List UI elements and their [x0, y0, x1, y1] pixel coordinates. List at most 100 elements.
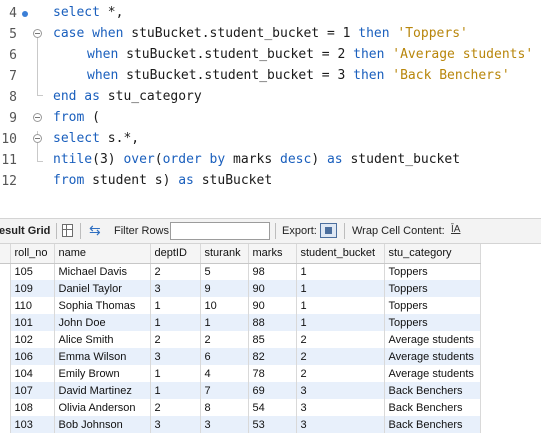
table-cell-sturank[interactable]: 4 — [200, 365, 249, 382]
table-cell-roll-no[interactable]: 109 — [10, 280, 55, 297]
table-cell-name[interactable]: Michael Davis — [54, 263, 151, 280]
table-cell-roll-no[interactable]: 101 — [10, 314, 55, 331]
table-cell-sturank[interactable]: 2 — [200, 331, 249, 348]
table-cell-student-bucket[interactable]: 2 — [296, 348, 385, 365]
table-cell-sturank[interactable]: 10 — [200, 297, 249, 314]
table-cell-stu-category[interactable]: Back Benchers — [384, 399, 481, 416]
table-cell-sturank[interactable]: 3 — [200, 416, 249, 433]
code-line[interactable]: 7 when stuBucket.student_bucket = 3 then… — [0, 66, 541, 87]
row-marker[interactable] — [0, 365, 11, 382]
table-cell-roll-no[interactable]: 104 — [10, 365, 55, 382]
table-cell-marks[interactable]: 53 — [248, 416, 297, 433]
wrap-text-icon[interactable]: ĪA — [451, 224, 460, 235]
table-cell-student-bucket[interactable]: 3 — [296, 382, 385, 399]
result-grid-tab[interactable]: esult Grid — [0, 225, 50, 237]
table-cell-deptID[interactable]: 3 — [150, 416, 201, 433]
table-cell-deptID[interactable]: 2 — [150, 331, 201, 348]
table-cell-sturank[interactable]: 1 — [200, 314, 249, 331]
table-cell-marks[interactable]: 85 — [248, 331, 297, 348]
column-header[interactable]: deptID — [150, 244, 201, 264]
table-cell-student-bucket[interactable]: 3 — [296, 399, 385, 416]
table-cell-sturank[interactable]: 9 — [200, 280, 249, 297]
table-cell-name[interactable]: Sophia Thomas — [54, 297, 151, 314]
table-cell-deptID[interactable]: 2 — [150, 399, 201, 416]
table-cell-deptID[interactable]: 1 — [150, 365, 201, 382]
sql-editor[interactable]: 4 select *, 5 case when stuBucket.studen… — [0, 0, 541, 198]
table-row[interactable]: 108 Olivia Anderson 2 8 54 3 Back Benchers — [0, 399, 481, 416]
table-cell-stu-category[interactable]: Average students — [384, 331, 481, 348]
table-cell-roll-no[interactable]: 107 — [10, 382, 55, 399]
table-cell-roll-no[interactable]: 106 — [10, 348, 55, 365]
table-cell-name[interactable]: Bob Johnson — [54, 416, 151, 433]
table-cell-roll-no[interactable]: 110 — [10, 297, 55, 314]
table-cell-deptID[interactable]: 1 — [150, 314, 201, 331]
table-cell-stu-category[interactable]: Toppers — [384, 297, 481, 314]
table-cell-roll-no[interactable]: 108 — [10, 399, 55, 416]
refresh-icon[interactable]: ⇆ — [89, 222, 101, 239]
column-header[interactable]: stu_category — [384, 244, 481, 264]
table-cell-deptID[interactable]: 1 — [150, 382, 201, 399]
code-line[interactable]: 5 case when stuBucket.student_bucket = 1… — [0, 24, 541, 45]
table-row[interactable]: 104 Emily Brown 1 4 78 2 Average students — [0, 365, 481, 382]
code-line[interactable]: 9 from ( — [0, 108, 541, 129]
code-line[interactable]: 10 select s.*, — [0, 129, 541, 150]
table-cell-student-bucket[interactable]: 2 — [296, 331, 385, 348]
grid-icon[interactable] — [62, 224, 73, 237]
table-cell-marks[interactable]: 90 — [248, 297, 297, 314]
table-cell-deptID[interactable]: 3 — [150, 280, 201, 297]
fold-toggle-icon[interactable] — [33, 113, 42, 122]
table-cell-stu-category[interactable]: Toppers — [384, 263, 481, 280]
column-header[interactable]: sturank — [200, 244, 249, 264]
table-row[interactable]: 105 Michael Davis 2 5 98 1 Toppers — [0, 263, 481, 280]
row-marker[interactable] — [0, 297, 11, 314]
table-row[interactable]: 106 Emma Wilson 3 6 82 2 Average students — [0, 348, 481, 365]
code-line[interactable]: 12 from student s) as stuBucket — [0, 171, 541, 192]
column-header[interactable]: marks — [248, 244, 297, 264]
row-marker[interactable] — [0, 263, 11, 280]
table-cell-sturank[interactable]: 8 — [200, 399, 249, 416]
table-row[interactable]: 102 Alice Smith 2 2 85 2 Average students — [0, 331, 481, 348]
table-cell-roll-no[interactable]: 105 — [10, 263, 55, 280]
table-cell-student-bucket[interactable]: 2 — [296, 365, 385, 382]
table-cell-stu-category[interactable]: Average students — [384, 365, 481, 382]
table-cell-name[interactable]: John Doe — [54, 314, 151, 331]
table-cell-marks[interactable]: 82 — [248, 348, 297, 365]
table-cell-name[interactable]: David Martinez — [54, 382, 151, 399]
table-cell-stu-category[interactable]: Back Benchers — [384, 416, 481, 433]
code-line[interactable]: 4 select *, — [0, 3, 541, 24]
table-cell-name[interactable]: Daniel Taylor — [54, 280, 151, 297]
filter-rows-input[interactable] — [170, 222, 270, 240]
fold-toggle-icon[interactable] — [33, 134, 42, 143]
code-line[interactable]: 6 when stuBucket.student_bucket = 2 then… — [0, 45, 541, 66]
row-marker[interactable] — [0, 399, 11, 416]
table-cell-marks[interactable]: 69 — [248, 382, 297, 399]
row-marker[interactable] — [0, 382, 11, 399]
table-cell-stu-category[interactable]: Toppers — [384, 280, 481, 297]
column-header[interactable]: roll_no — [10, 244, 55, 264]
table-cell-sturank[interactable]: 6 — [200, 348, 249, 365]
table-cell-marks[interactable]: 98 — [248, 263, 297, 280]
table-cell-name[interactable]: Olivia Anderson — [54, 399, 151, 416]
table-row[interactable]: 110 Sophia Thomas 1 10 90 1 Toppers — [0, 297, 481, 314]
column-header[interactable]: name — [54, 244, 151, 264]
table-cell-sturank[interactable]: 7 — [200, 382, 249, 399]
table-cell-marks[interactable]: 90 — [248, 280, 297, 297]
table-cell-roll-no[interactable]: 103 — [10, 416, 55, 433]
table-cell-deptID[interactable]: 2 — [150, 263, 201, 280]
row-marker[interactable] — [0, 348, 11, 365]
table-row[interactable]: 107 David Martinez 1 7 69 3 Back Benchers — [0, 382, 481, 399]
table-cell-marks[interactable]: 88 — [248, 314, 297, 331]
table-row[interactable]: 101 John Doe 1 1 88 1 Toppers — [0, 314, 481, 331]
table-cell-student-bucket[interactable]: 1 — [296, 314, 385, 331]
table-cell-student-bucket[interactable]: 1 — [296, 263, 385, 280]
table-cell-student-bucket[interactable]: 1 — [296, 280, 385, 297]
row-marker[interactable] — [0, 314, 11, 331]
table-cell-stu-category[interactable]: Back Benchers — [384, 382, 481, 399]
table-cell-sturank[interactable]: 5 — [200, 263, 249, 280]
fold-toggle-icon[interactable] — [33, 29, 42, 38]
table-row[interactable]: 109 Daniel Taylor 3 9 90 1 Toppers — [0, 280, 481, 297]
column-header[interactable]: student_bucket — [296, 244, 385, 264]
table-cell-deptID[interactable]: 1 — [150, 297, 201, 314]
export-icon[interactable] — [320, 223, 337, 238]
table-cell-name[interactable]: Alice Smith — [54, 331, 151, 348]
